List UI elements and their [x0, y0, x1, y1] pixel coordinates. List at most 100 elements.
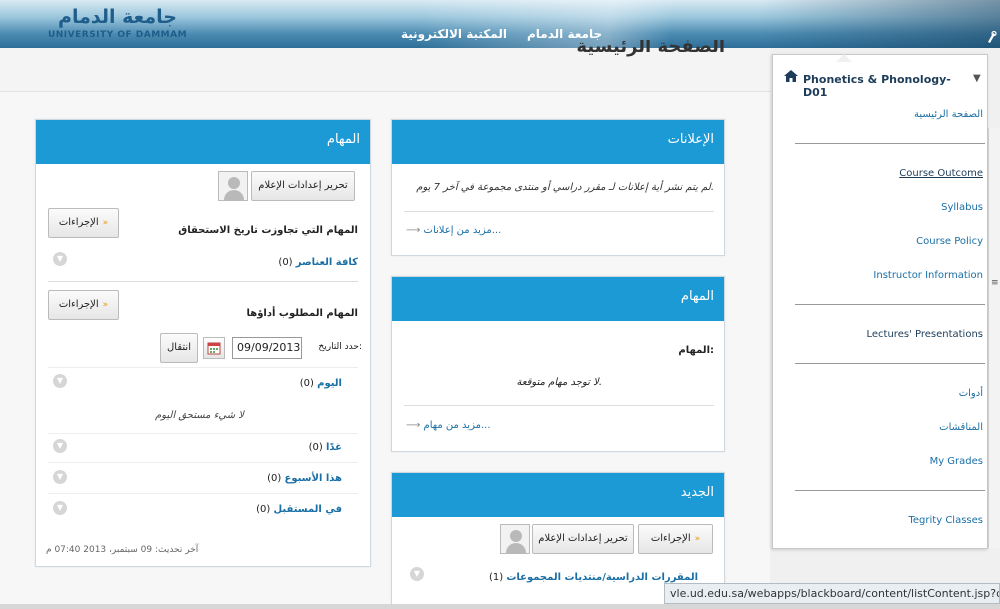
no-duties-message: لا توجد مهام متوقعة. — [516, 377, 602, 388]
menu-item-tegrity-classes[interactable]: Tegrity Classes — [909, 515, 984, 526]
actions-label: الإجراءات — [58, 299, 99, 310]
announcements-message: لم يتم نشر أية إعلانات لـ مقرر دراسي أو … — [416, 182, 714, 193]
more-duties-link[interactable]: ⟶ مزيد من مهام... — [406, 420, 491, 431]
logo-arabic-text: جامعة الدمام — [58, 6, 177, 28]
divider — [48, 462, 358, 463]
today-count: (0) — [299, 378, 314, 389]
tomorrow-count: (0) — [308, 442, 323, 453]
chevron-down-icon[interactable]: ▼ — [53, 374, 67, 388]
all-items-row[interactable]: (0) كافة العناصر — [136, 257, 358, 268]
due-actions-button[interactable]: الإجراءات» — [48, 290, 119, 320]
more-announcements-link[interactable]: ⟶ مزيد من إعلانات... — [406, 225, 501, 236]
whats-new-module-header[interactable]: الجديد — [392, 473, 724, 517]
tomorrow-row[interactable]: (0) غدًا — [136, 442, 342, 453]
bottom-strip — [0, 604, 1000, 609]
due-heading: المهام المطلوب أداؤها — [246, 308, 358, 319]
courses-groups-link[interactable]: المقررات الدراسية/منتديات المجموعات — [506, 572, 698, 583]
menu-item-tools[interactable]: أدوات — [959, 388, 983, 399]
announcements-module-header[interactable]: الإعلانات — [392, 120, 724, 164]
divider — [404, 211, 714, 212]
edit-notifications-button[interactable]: تحرير إعدادات الإعلام — [251, 171, 355, 201]
chevron-down-icon[interactable]: ▼ — [53, 252, 67, 266]
tasks-module: المهام تحرير إعدادات الإعلام الإجراءات» … — [35, 119, 371, 567]
divider — [48, 433, 358, 434]
menu-item-course-policy[interactable]: Course Policy — [916, 236, 983, 247]
menu-item-my-grades[interactable]: My Grades — [930, 456, 983, 467]
select-date-label: حدد التاريخ: — [318, 342, 362, 352]
chevron-down-icon[interactable]: ▼ — [973, 73, 981, 84]
overdue-actions-button[interactable]: الإجراءات» — [48, 208, 119, 238]
course-menu: Phonetics & Phonology-D01 ▼ الصفحة الرئي… — [772, 54, 988, 549]
divider — [48, 281, 358, 282]
menu-divider — [795, 304, 985, 305]
go-button[interactable]: انتقال — [160, 333, 198, 363]
duties-module-header[interactable]: المهام — [392, 277, 724, 321]
chevron-down-icon[interactable]: ▼ — [53, 501, 67, 515]
courses-groups-count: (1) — [488, 572, 504, 583]
more-announcements-label: مزيد من إعلانات... — [423, 225, 502, 236]
page-title: الصفحة الرئيسية — [576, 40, 725, 57]
menu-item-instructor-information[interactable]: Instructor Information — [873, 270, 983, 281]
course-title[interactable]: Phonetics & Phonology-D01 — [803, 73, 963, 99]
this-week-link[interactable]: هذا الأسبوع — [284, 473, 342, 484]
menu-item-course-outcome[interactable]: Course Outcome — [899, 168, 983, 179]
avatar — [218, 171, 248, 201]
menu-divider — [795, 363, 985, 364]
this-week-count: (0) — [267, 473, 282, 484]
divider — [48, 493, 358, 494]
all-items-count: (0) — [278, 257, 293, 268]
menu-divider — [795, 143, 985, 144]
menu-item-lectures-presentations[interactable]: Lectures' Presentations — [867, 329, 984, 340]
arrow-right-icon: ⟶ — [406, 225, 421, 236]
logo-english-text: UNIVERSITY OF DAMMAM — [47, 30, 188, 40]
nothing-due-today: لا شيء مستحق اليوم — [155, 410, 244, 421]
this-week-row[interactable]: (0) هذا الأسبوع — [136, 473, 342, 484]
avatar — [500, 524, 530, 554]
duties-label: المهام: — [678, 345, 714, 356]
tomorrow-link[interactable]: غدًا — [326, 442, 342, 453]
university-logo[interactable]: جامعة الدمام UNIVERSITY OF DAMMAM — [45, 6, 190, 42]
divider — [404, 405, 714, 406]
chevron-down-icon[interactable]: ▼ — [53, 439, 67, 453]
menu-item-discussions[interactable]: المناقشات — [939, 422, 983, 433]
future-row[interactable]: (0) في المستقبل — [136, 504, 342, 515]
menu-item-syllabus[interactable]: Syllabus — [941, 202, 983, 213]
whats-new-actions-button[interactable]: الإجراءات» — [638, 524, 713, 554]
chevron-down-icon[interactable]: ▼ — [53, 470, 67, 484]
home-icon[interactable] — [783, 69, 799, 83]
grip-icon[interactable]: ≡ — [991, 278, 999, 290]
arrow-right-icon: ⟶ — [406, 420, 421, 431]
chevron-down-icon[interactable]: ▼ — [410, 567, 424, 581]
top-link-university[interactable]: جامعة الدمام — [527, 27, 602, 41]
menu-divider — [795, 490, 985, 491]
double-chevron-down-icon: » — [102, 300, 109, 310]
all-items-link[interactable]: كافة العناصر — [296, 257, 358, 268]
date-input[interactable]: 09/09/2013 — [232, 337, 302, 359]
duties-module: المهام المهام: لا توجد مهام متوقعة. ⟶ مز… — [391, 276, 725, 452]
top-banner: جامعة الدمام UNIVERSITY OF DAMMAM جامعة … — [0, 0, 1000, 48]
banner-shade — [760, 0, 1000, 48]
overdue-heading: المهام التي تجاوزت تاريخ الاستحقاق — [178, 225, 358, 236]
menu-scrollbar[interactable]: ≡ — [988, 128, 1000, 548]
pin-icon[interactable] — [984, 30, 1000, 46]
double-chevron-down-icon: » — [694, 534, 701, 544]
more-duties-label: مزيد من مهام... — [423, 420, 491, 431]
tasks-module-title: المهام — [326, 132, 360, 147]
tasks-module-header[interactable]: المهام — [36, 120, 370, 164]
divider — [48, 367, 358, 368]
top-link-library[interactable]: المكتبة الالكترونية — [401, 27, 507, 41]
duties-module-title: المهام — [680, 289, 714, 304]
double-chevron-down-icon: » — [102, 218, 109, 228]
future-count: (0) — [256, 504, 271, 515]
future-link[interactable]: في المستقبل — [274, 504, 343, 515]
today-row[interactable]: (0) اليوم — [136, 378, 342, 389]
courses-groups-row[interactable]: (1) المقررات الدراسية/منتديات المجموعات — [452, 572, 698, 583]
menu-pointer — [836, 54, 852, 62]
actions-label: الإجراءات — [650, 533, 691, 544]
edit-notifications-button[interactable]: تحرير إعدادات الإعلام — [532, 524, 634, 554]
menu-item-home[interactable]: الصفحة الرئيسية — [914, 109, 983, 120]
calendar-icon[interactable] — [203, 337, 225, 359]
browser-status-bar: vle.ud.edu.sa/webapps/blackboard/content… — [664, 583, 1000, 604]
today-link[interactable]: اليوم — [317, 378, 342, 389]
announcements-module-title: الإعلانات — [667, 132, 714, 147]
